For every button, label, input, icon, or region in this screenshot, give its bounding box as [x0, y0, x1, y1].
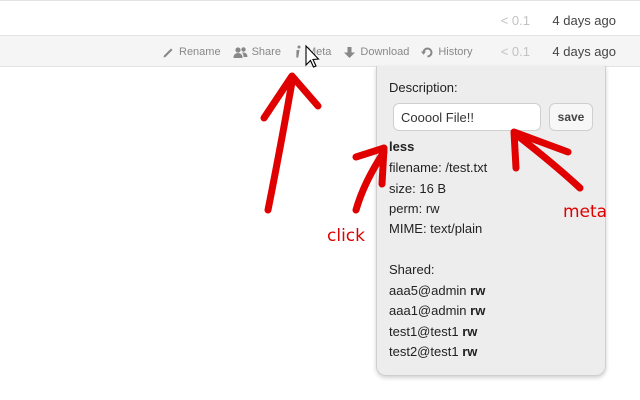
history-label: History [438, 46, 473, 58]
file-actions: Rename Share Meta Download History [162, 45, 485, 59]
shared-label: Shared: [389, 262, 435, 277]
arrow-to-meta-icon [264, 78, 296, 214]
shared-perm: rw [462, 344, 478, 359]
meta-label: Meta [306, 46, 332, 58]
mime-text: MIME: text/plain [389, 221, 483, 236]
rename-button[interactable]: Rename [162, 45, 221, 59]
download-label: Download [360, 46, 410, 58]
shared-entry: test1@test1 rw [389, 324, 477, 339]
file-date: 4 days ago [552, 44, 616, 59]
filename-text: filename: /test.txt [389, 160, 488, 175]
file-row[interactable]: < 0.1 4 days ago [0, 0, 640, 36]
arrow-to-meta-icon-head [260, 72, 322, 122]
shared-perm: rw [470, 303, 486, 318]
shared-user: test1@test1 [389, 324, 459, 339]
size-text: size: 16 B [389, 181, 447, 196]
shared-user: test2@test1 [389, 344, 459, 359]
users-icon [233, 46, 248, 58]
history-button[interactable]: History [421, 45, 473, 59]
perm-text: perm: rw [389, 201, 440, 216]
file-date: 4 days ago [552, 13, 616, 28]
shared-perm: rw [462, 324, 478, 339]
shared-entry: aaa1@admin rw [389, 303, 485, 318]
shared-user: aaa1@admin [389, 303, 467, 318]
file-row-hovered[interactable]: Rename Share Meta Download History < 0.1… [0, 36, 640, 67]
share-button[interactable]: Share [233, 45, 281, 59]
shared-entry: test2@test1 rw [389, 344, 477, 359]
download-icon [344, 46, 356, 58]
rename-label: Rename [179, 46, 221, 58]
history-icon [421, 47, 433, 57]
file-size: < 0.1 [500, 13, 530, 28]
less-toggle[interactable]: less [389, 139, 414, 154]
description-label: Description: [389, 80, 458, 95]
shared-entry: aaa5@admin rw [389, 283, 485, 298]
share-label: Share [251, 46, 281, 58]
meta-button[interactable]: Meta [293, 45, 331, 59]
file-size: < 0.1 [500, 44, 530, 59]
shared-perm: rw [470, 283, 486, 298]
click-annotation: click [327, 226, 365, 246]
save-button[interactable]: save [549, 103, 593, 131]
pencil-icon [163, 48, 173, 57]
download-button[interactable]: Download [343, 45, 409, 59]
shared-user: aaa5@admin [389, 283, 467, 298]
description-input[interactable] [393, 103, 541, 131]
meta-annotation: meta [563, 202, 608, 222]
info-icon [296, 45, 301, 58]
